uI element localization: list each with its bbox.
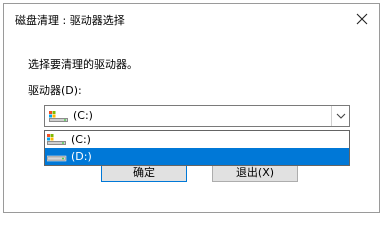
drive-option-label: (D:) <box>71 150 92 163</box>
drive-label: 驱动器(D): <box>28 84 82 97</box>
chevron-down-icon <box>336 113 346 119</box>
dialog-title: 磁盘清理 : 驱动器选择 <box>15 14 125 27</box>
close-button[interactable] <box>351 8 373 30</box>
drive-option-d[interactable]: (D:) <box>45 148 349 165</box>
drive-option-label: (C:) <box>71 133 91 146</box>
dropdown-toggle[interactable] <box>331 106 349 126</box>
system-drive-icon <box>47 134 66 145</box>
drive-dropdown-list: (C:) (D:) <box>44 130 350 166</box>
exit-button-label: 退出(X) <box>235 166 275 179</box>
system-drive-icon <box>49 111 68 122</box>
drive-combobox[interactable]: (C:) <box>44 105 350 127</box>
close-icon <box>356 13 368 25</box>
drive-option-c[interactable]: (C:) <box>45 131 349 148</box>
local-drive-icon <box>47 155 67 162</box>
selected-drive-text: (C:) <box>73 109 93 122</box>
ok-button-label: 确定 <box>133 166 155 179</box>
instruction-text: 选择要清理的驱动器。 <box>28 58 138 71</box>
disk-cleanup-dialog: 磁盘清理 : 驱动器选择 选择要清理的驱动器。 驱动器(D): (C:) (C:… <box>3 3 380 213</box>
title-bar: 磁盘清理 : 驱动器选择 <box>4 4 379 34</box>
